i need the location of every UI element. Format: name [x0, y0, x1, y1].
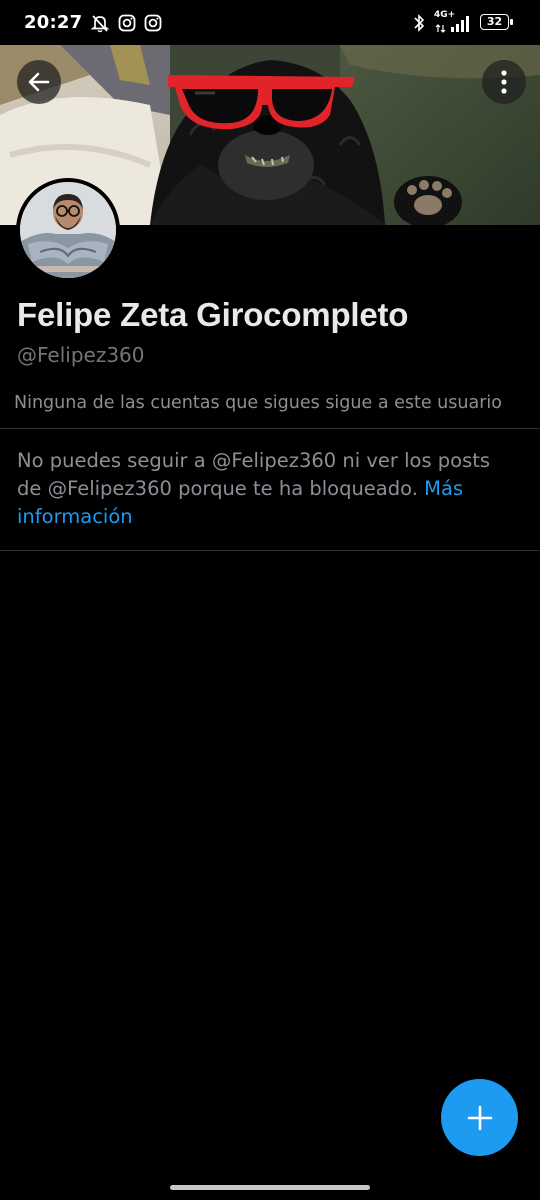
profile-handle: @Felipez360	[17, 343, 145, 367]
instagram-icon	[144, 14, 162, 32]
avatar	[20, 182, 116, 278]
arrow-left-icon	[26, 69, 52, 95]
plus-icon	[467, 1105, 493, 1131]
battery-level: 32	[486, 14, 503, 28]
avatar-ring[interactable]	[16, 178, 120, 282]
status-bar: 20:27 4G+ 32	[0, 0, 540, 45]
divider	[0, 550, 540, 551]
signal-icon: 4G+	[434, 9, 472, 34]
more-options-button[interactable]	[482, 60, 526, 104]
battery-icon: 32	[480, 13, 514, 32]
vertical-dots-icon	[500, 69, 508, 95]
status-time: 20:27	[24, 12, 83, 33]
back-button[interactable]	[17, 60, 61, 104]
followers-you-know-note: Ninguna de las cuentas que sigues sigue …	[14, 393, 502, 413]
mute-bell-icon	[90, 13, 110, 33]
profile-display-name: Felipe Zeta Girocompleto	[17, 296, 409, 333]
home-indicator[interactable]	[170, 1185, 370, 1190]
instagram-icon	[118, 14, 136, 32]
blocked-notice-text: No puedes seguir a @Felipez360 ni ver lo…	[17, 449, 491, 500]
blocked-notice: No puedes seguir a @Felipez360 ni ver lo…	[17, 447, 497, 531]
bluetooth-icon	[412, 13, 426, 33]
divider	[0, 428, 540, 429]
compose-post-button[interactable]	[441, 1079, 518, 1156]
network-type-label: 4G+	[434, 9, 456, 20]
